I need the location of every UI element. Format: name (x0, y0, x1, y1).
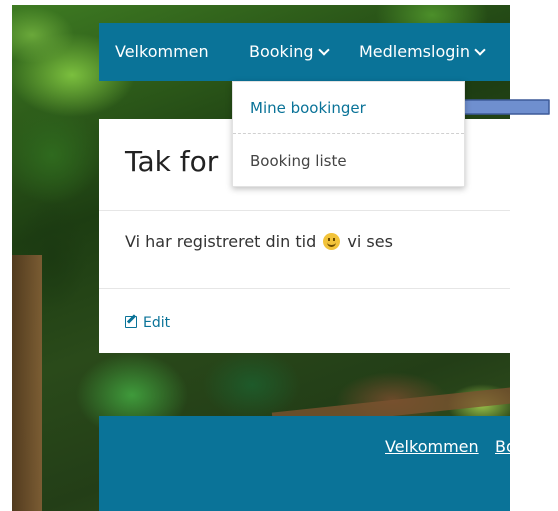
footer: Velkommen Bo (99, 416, 510, 511)
nav-item-booking[interactable]: Booking (249, 23, 330, 81)
message-text-after: vi ses (347, 232, 393, 251)
divider (99, 210, 510, 211)
dropdown-item-my-bookings[interactable]: Mine bookinger (233, 82, 464, 134)
divider (99, 288, 510, 289)
chevron-down-icon (474, 44, 486, 56)
nav-item-member-login[interactable]: Medlemslogin (359, 23, 486, 81)
booking-dropdown-menu: Mine bookinger Booking liste (232, 81, 465, 187)
edit-link-label: Edit (143, 315, 171, 331)
chevron-down-icon (317, 44, 330, 56)
dropdown-item-booking-list[interactable]: Booking liste (233, 135, 464, 187)
edit-link[interactable]: Edit (125, 315, 170, 331)
nav-item-welcome[interactable]: Velkommen (115, 23, 209, 81)
confirmation-message: Vi har registreret din tid vi ses (125, 232, 393, 251)
nav-item-welcome-label: Velkommen (115, 42, 209, 61)
nav-item-booking-label: Booking (249, 42, 314, 61)
message-text-before: Vi har registreret din tid (125, 232, 317, 251)
crate-decoration (12, 255, 42, 511)
smiley-icon (323, 233, 341, 250)
footer-link-booking[interactable]: Bo (495, 437, 510, 456)
main-navbar: Velkommen Booking Medlemslogin (99, 23, 510, 81)
footer-link-welcome[interactable]: Velkommen (385, 437, 479, 456)
nav-item-member-login-label: Medlemslogin (359, 42, 470, 61)
edit-icon (125, 316, 137, 328)
page-title: Tak for (125, 145, 219, 178)
